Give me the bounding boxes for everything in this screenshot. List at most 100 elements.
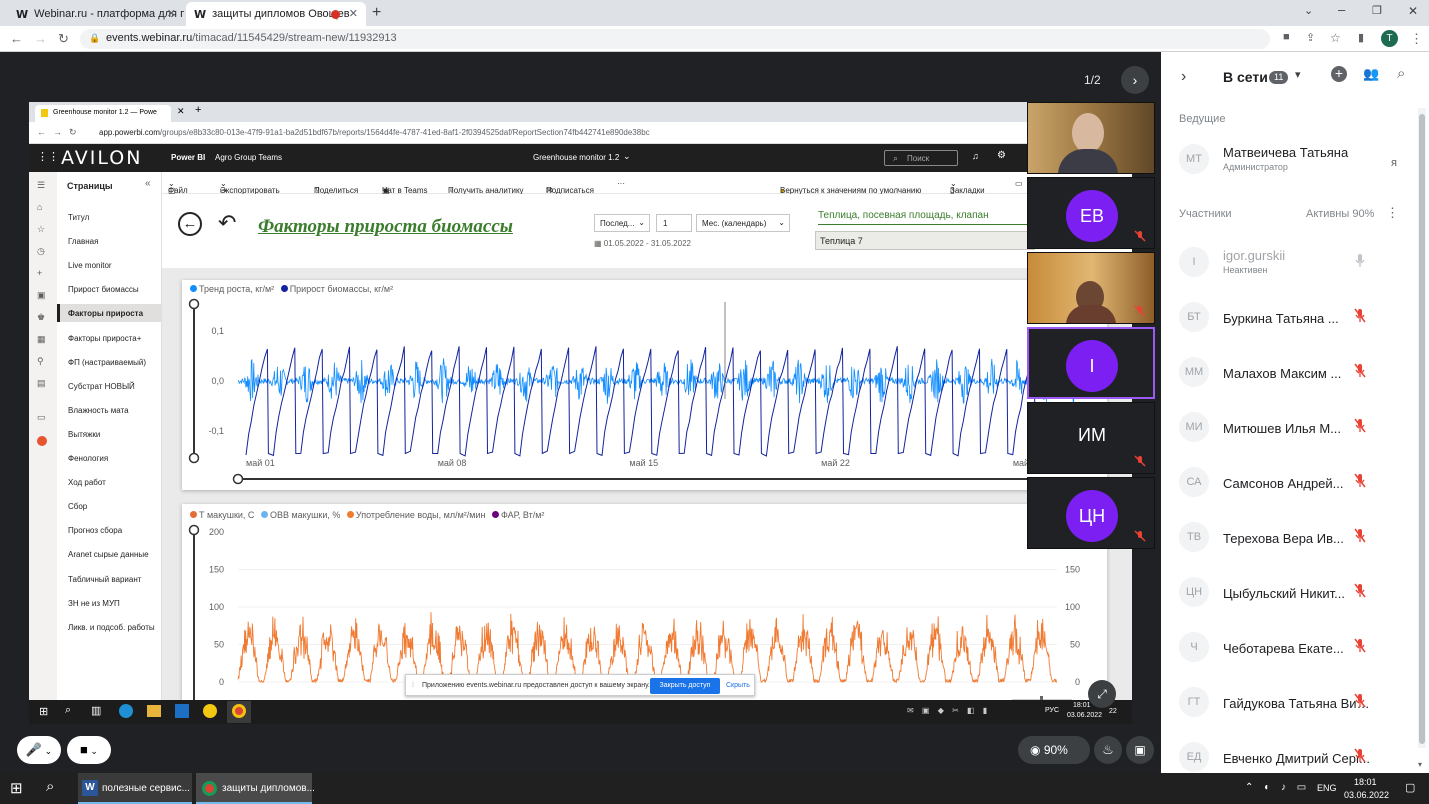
- video-tile-5[interactable]: ИМ: [1027, 402, 1155, 474]
- tab-search-icon[interactable]: ⌄: [1304, 4, 1313, 17]
- new-tab-button[interactable]: +: [372, 4, 381, 22]
- participant-row[interactable]: ТВ Терехова Вера Ив...: [1161, 510, 1421, 565]
- share-icon[interactable]: ⇪: [1306, 31, 1315, 44]
- search-icon[interactable]: ⌕: [1397, 65, 1405, 82]
- participant-row[interactable]: ГТ Гайдукова Татьяна Вик...: [1161, 675, 1421, 730]
- mic-off-icon[interactable]: [1353, 748, 1367, 764]
- mic-toggle-button[interactable]: 🎤 ⌄: [17, 736, 61, 764]
- video-tile-6[interactable]: ЦН: [1027, 477, 1155, 549]
- legend-label-5: Употребление воды, мл/м²/мин: [355, 510, 486, 520]
- browser-tab-webinar[interactable]: W Webinar.ru - платформа для пр ✕: [8, 2, 184, 26]
- participant-avatar: МИ: [1179, 412, 1209, 442]
- profile-avatar[interactable]: T: [1381, 30, 1398, 47]
- collapse-panel-icon[interactable]: ›: [1181, 68, 1186, 86]
- mic-off-icon[interactable]: [1353, 308, 1367, 324]
- export-menu: ↦ Экспортировать ⌄: [220, 179, 280, 195]
- search-icon[interactable]: ⌕: [46, 778, 54, 795]
- people-icon[interactable]: 👥: [1363, 66, 1379, 82]
- taskbar-item-word[interactable]: W полезные сервис...: [78, 773, 192, 804]
- pbi-search-placeholder: Поиск: [907, 154, 930, 163]
- shared-tab-bar: Greenhouse monitor 1.2 — Powe ✕ +: [29, 102, 1132, 122]
- camera-icon[interactable]: ■: [1283, 31, 1290, 43]
- participant-name: Терехова Вера Ив...: [1223, 531, 1344, 546]
- camera-toggle-button[interactable]: ■ ⌄: [67, 736, 111, 764]
- legend-label-3: Т макушки, С: [199, 510, 255, 520]
- eye-icon: ◉: [1030, 743, 1044, 757]
- participant-row[interactable]: Ч Чеботарева Екате...: [1161, 620, 1421, 675]
- panel-scrollbar-thumb[interactable]: [1419, 114, 1425, 744]
- video-tile-2[interactable]: ЕВ: [1027, 177, 1155, 249]
- tray-lang[interactable]: ENG: [1317, 783, 1337, 793]
- address-bar[interactable]: 🔒 events.webinar.ru/timacad/11545429/str…: [80, 29, 1270, 49]
- host-suffix: я: [1391, 157, 1397, 169]
- host-name: Матвеичева Татьяна: [1223, 145, 1349, 160]
- mic-off-icon[interactable]: [1353, 418, 1367, 434]
- mic-off-icon[interactable]: [1353, 693, 1367, 709]
- mic-off-icon[interactable]: [1353, 363, 1367, 379]
- online-label[interactable]: В сети: [1223, 69, 1268, 85]
- tray-time[interactable]: 18:01: [1354, 777, 1377, 787]
- active-label: Активны 90%: [1306, 208, 1375, 220]
- minimize-button[interactable]: –: [1338, 2, 1345, 17]
- video-tile-3[interactable]: [1027, 252, 1155, 324]
- period-value: Послед...: [600, 219, 635, 228]
- close-tab-icon[interactable]: ✕: [167, 7, 176, 20]
- product-name: Power BI: [171, 153, 206, 162]
- participant-row[interactable]: МИ Митюшев Илья М...: [1161, 400, 1421, 455]
- host-row[interactable]: МТ Матвеичева Татьяна Администратор я: [1161, 132, 1421, 187]
- sidepanel-icon[interactable]: ▮: [1358, 31, 1364, 44]
- datasets-icon: ▣: [37, 290, 46, 300]
- reload-icon[interactable]: ↻: [58, 31, 69, 47]
- taskbar-item-chrome[interactable]: защиты дипломов...: [196, 773, 315, 804]
- mic-icon[interactable]: [1353, 253, 1367, 269]
- pages-header: Страницы: [67, 181, 113, 191]
- mic-off-icon[interactable]: [1353, 583, 1367, 599]
- mic-off-icon[interactable]: [1353, 528, 1367, 544]
- reactions-button[interactable]: ♨: [1094, 736, 1122, 764]
- tray-date[interactable]: 03.06.2022: [1344, 790, 1389, 800]
- hosts-label: Ведущие: [1179, 113, 1226, 125]
- restore-button[interactable]: ❐: [1372, 4, 1382, 17]
- close-window-button[interactable]: ✕: [1408, 4, 1418, 18]
- participant-row[interactable]: ЦН Цыбульский Никит...: [1161, 565, 1421, 620]
- participant-row[interactable]: Iigor.gurskii Неактивен: [1161, 235, 1421, 290]
- video-tile-1[interactable]: [1027, 102, 1155, 174]
- more-options-icon[interactable]: ⋮: [1386, 205, 1399, 221]
- participant-initials: ИМ: [1078, 425, 1106, 445]
- date-range: ▦ 01.05.2022 - 31.05.2022: [594, 239, 691, 248]
- browser-tab-active[interactable]: W защиты дипломов Овощев ✕: [186, 2, 366, 26]
- mic-off-icon[interactable]: [1353, 638, 1367, 654]
- back-icon[interactable]: ←: [10, 31, 23, 46]
- participant-row[interactable]: ММ Малахов Максим ...: [1161, 345, 1421, 400]
- mic-off-icon[interactable]: [1353, 473, 1367, 489]
- participant-row[interactable]: СА Самсонов Андрей...: [1161, 455, 1421, 510]
- chevron-down-icon[interactable]: ▾: [1295, 68, 1301, 81]
- bookmark-star-icon[interactable]: ☆: [1330, 31, 1341, 45]
- forward-icon[interactable]: →: [34, 31, 47, 46]
- x-tick-label: май 08: [438, 458, 467, 468]
- browser-tab-bar: W Webinar.ru - платформа для пр ✕ W защи…: [0, 0, 1429, 26]
- scroll-down-icon[interactable]: ▾: [1418, 760, 1422, 769]
- participants-panel: › В сети 11 ▾ + 👥 ⌕ Ведущие МТ Матвеичев…: [1161, 52, 1429, 773]
- layout-button[interactable]: ▣: [1126, 736, 1154, 764]
- file-menu: ▢ Файл ⌄: [168, 179, 188, 195]
- hamburger-icon: ☰: [37, 180, 46, 190]
- participant-row[interactable]: БТ Буркина Татьяна ...: [1161, 290, 1421, 345]
- start-icon[interactable]: ⊞: [10, 779, 23, 797]
- unit-value: Мес. (календарь): [702, 219, 767, 228]
- panel-scrollbar-track[interactable]: [1418, 108, 1426, 748]
- close-tab-icon[interactable]: ✕: [349, 7, 358, 20]
- shared-browser-tab: Greenhouse monitor 1.2 — Powe: [35, 105, 171, 122]
- notifications-icon[interactable]: ▢: [1405, 781, 1415, 794]
- menu-icon[interactable]: ⋮: [1410, 31, 1423, 47]
- viewers-value: 90%: [1043, 743, 1068, 757]
- shared-new-tab-icon: +: [195, 104, 202, 116]
- legend-dot-2: [280, 285, 288, 292]
- tray-icons[interactable]: ⌃ ◐ ♪ ▭: [1245, 782, 1310, 793]
- next-page-button[interactable]: ›: [1121, 66, 1149, 94]
- legend-label-6: ФАР, Вт/м²: [500, 510, 545, 520]
- add-participant-icon[interactable]: +: [1331, 66, 1347, 82]
- viewers-indicator[interactable]: ◉ 90%: [1018, 736, 1090, 764]
- video-tile-4-active[interactable]: I: [1027, 327, 1155, 399]
- y-tick-label-left: 100: [209, 602, 224, 612]
